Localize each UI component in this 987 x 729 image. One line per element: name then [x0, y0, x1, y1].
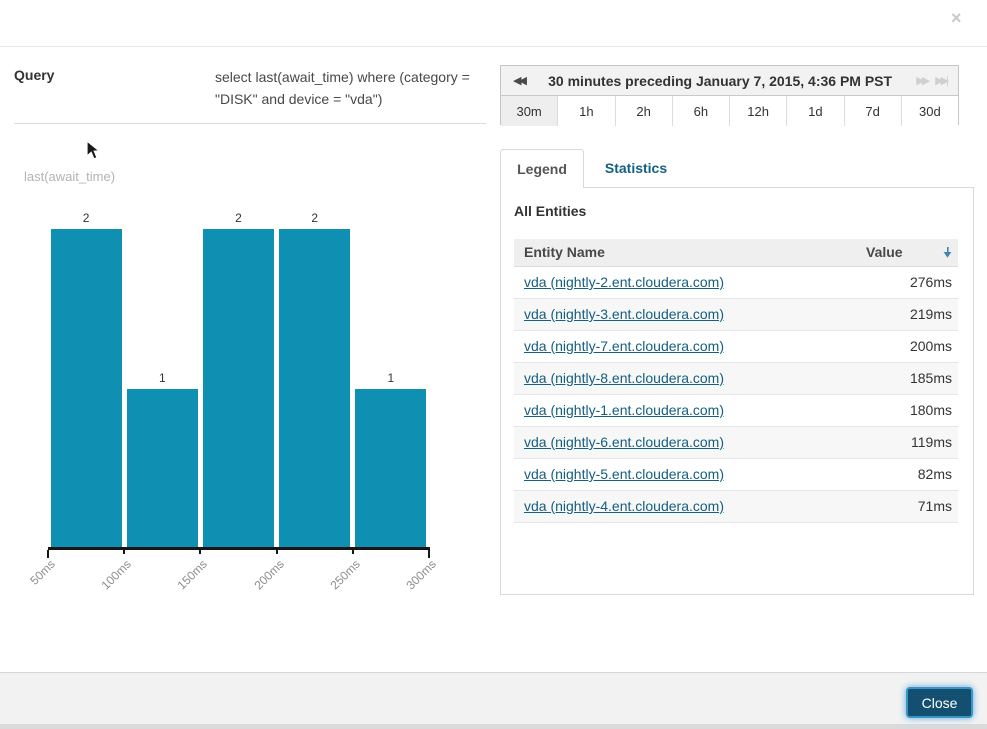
bar-value-label: 1 — [355, 371, 426, 385]
time-range-button-1h[interactable]: 1h — [558, 96, 615, 126]
time-range-title: 30 minutes preceding January 7, 2015, 4:… — [528, 73, 912, 89]
entity-table-header: Entity Name Value — [514, 239, 958, 267]
modal-footer — [0, 672, 987, 729]
table-row: vda (nightly-5.ent.cloudera.com) 82ms — [514, 459, 958, 491]
table-row: vda (nightly-1.ent.cloudera.com) 180ms — [514, 395, 958, 427]
entity-value: 185ms — [910, 370, 952, 386]
histogram-bar[interactable] — [203, 229, 274, 549]
time-forward-icon[interactable]: ▶▶ — [912, 74, 931, 87]
time-range-header: ◀◀ 30 minutes preceding January 7, 2015,… — [501, 66, 958, 96]
chart-detail-modal: × Query select last(await_time) where (c… — [0, 0, 987, 729]
bar-value-label: 2 — [279, 211, 350, 225]
time-latest-icon[interactable]: ▶▶| — [931, 74, 950, 87]
time-range-buttons: 30m1h2h6h12h1d7d30d — [501, 96, 958, 126]
time-back-icon[interactable]: ◀◀ — [509, 74, 528, 87]
bar-value-label: 1 — [127, 371, 198, 385]
entity-table-body: vda (nightly-2.ent.cloudera.com)276msvda… — [514, 267, 958, 523]
entity-value: 82ms — [918, 466, 952, 482]
histogram-bar[interactable] — [127, 389, 198, 549]
close-icon[interactable]: × — [951, 8, 962, 29]
query-text-line2: "DISK" and device = "vda") — [215, 88, 505, 110]
table-row: vda (nightly-3.ent.cloudera.com) 219ms — [514, 299, 958, 331]
x-axis-tick-label: 50ms — [0, 557, 58, 616]
x-axis-tick-label: 100ms — [75, 557, 134, 616]
entity-value: 119ms — [911, 434, 952, 450]
x-axis-tick — [276, 550, 278, 554]
x-axis-tick — [352, 550, 354, 554]
entity-value: 200ms — [910, 338, 952, 354]
histogram-bar[interactable] — [355, 389, 426, 549]
time-range-button-6h[interactable]: 6h — [673, 96, 730, 126]
x-axis-tick-label: 300ms — [380, 557, 439, 616]
query-label: Query — [14, 67, 54, 83]
entity-value: 276ms — [910, 274, 952, 290]
tab-statistics[interactable]: Statistics — [584, 149, 688, 188]
time-range-selector: ◀◀ 30 minutes preceding January 7, 2015,… — [500, 65, 959, 125]
table-row: vda (nightly-4.ent.cloudera.com) 71ms — [514, 491, 958, 523]
entity-link[interactable]: vda (nightly-3.ent.cloudera.com) — [524, 306, 724, 322]
tab-legend[interactable]: Legend — [500, 149, 584, 188]
column-value[interactable]: Value — [866, 244, 903, 260]
entity-link[interactable]: vda (nightly-1.ent.cloudera.com) — [524, 402, 724, 418]
entity-link[interactable]: vda (nightly-7.ent.cloudera.com) — [524, 338, 724, 354]
entity-value: 180ms — [910, 402, 952, 418]
x-axis-tick-label: 200ms — [227, 557, 286, 616]
entity-value: 71ms — [918, 498, 952, 514]
x-axis-line — [48, 547, 430, 550]
entity-link[interactable]: vda (nightly-2.ent.cloudera.com) — [524, 274, 724, 290]
entity-value: 219ms — [910, 306, 952, 322]
mouse-cursor-icon — [86, 140, 101, 161]
entity-link[interactable]: vda (nightly-4.ent.cloudera.com) — [524, 498, 724, 514]
entity-link[interactable]: vda (nightly-5.ent.cloudera.com) — [524, 466, 724, 482]
time-range-button-1d[interactable]: 1d — [787, 96, 844, 126]
x-axis-tick-label: 250ms — [303, 557, 362, 616]
entity-link[interactable]: vda (nightly-8.ent.cloudera.com) — [524, 370, 724, 386]
histogram-bar[interactable] — [279, 229, 350, 549]
table-row: vda (nightly-6.ent.cloudera.com) 119ms — [514, 427, 958, 459]
time-range-button-30d[interactable]: 30d — [902, 96, 958, 126]
query-text: select last(await_time) where (category … — [215, 66, 505, 110]
column-entity-name[interactable]: Entity Name — [524, 244, 605, 260]
sort-descending-icon[interactable] — [943, 247, 952, 258]
time-range-button-7d[interactable]: 7d — [845, 96, 902, 126]
time-range-button-12h[interactable]: 12h — [730, 96, 787, 126]
close-button[interactable]: Close — [906, 687, 973, 718]
bar-value-label: 2 — [51, 211, 122, 225]
x-axis-tick — [123, 550, 125, 554]
time-range-button-2h[interactable]: 2h — [616, 96, 673, 126]
entity-table: Entity Name Value vda (nightly-2.ent.clo… — [514, 239, 958, 523]
table-row: vda (nightly-2.ent.cloudera.com) 276ms — [514, 267, 958, 299]
x-axis-tick-label: 150ms — [151, 557, 210, 616]
table-row: vda (nightly-8.ent.cloudera.com) 185ms — [514, 363, 958, 395]
histogram-bar[interactable] — [51, 229, 122, 549]
time-range-button-30m[interactable]: 30m — [501, 96, 558, 126]
chart-title: last(await_time) — [24, 169, 115, 184]
all-entities-heading: All Entities — [514, 203, 586, 219]
header-divider — [0, 46, 987, 47]
table-row: vda (nightly-7.ent.cloudera.com) 200ms — [514, 331, 958, 363]
bar-value-label: 2 — [203, 211, 274, 225]
query-divider — [14, 123, 486, 124]
entity-link[interactable]: vda (nightly-6.ent.cloudera.com) — [524, 434, 724, 450]
query-text-line1: select last(await_time) where (category … — [215, 66, 505, 88]
modal-bottom-edge — [0, 724, 987, 729]
x-axis-tick — [199, 550, 201, 554]
